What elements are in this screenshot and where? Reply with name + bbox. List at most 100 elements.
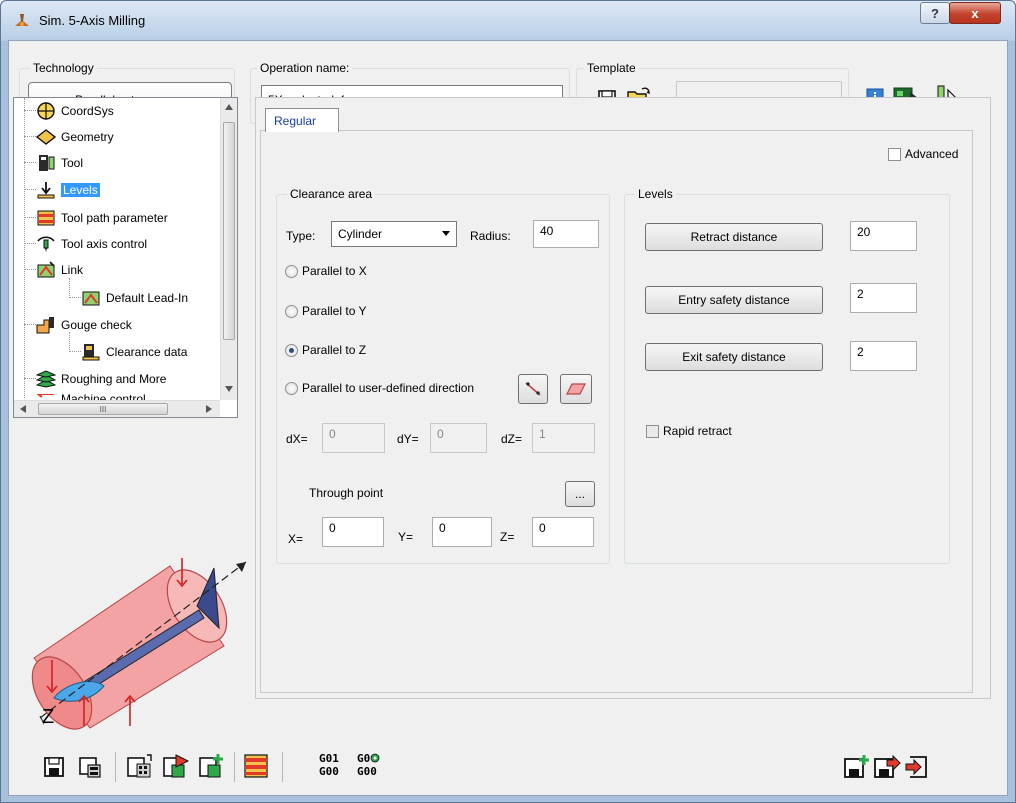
entry-safety-distance-input[interactable]: 2: [850, 283, 917, 313]
window-title: Sim. 5-Axis Milling: [39, 13, 146, 28]
tree-item-link[interactable]: Link: [36, 260, 83, 280]
scroll-right-icon[interactable]: [206, 405, 212, 413]
tree-item-geometry[interactable]: Geometry: [36, 127, 114, 147]
clearance-data-icon: [82, 344, 100, 361]
advanced-checkbox[interactable]: Advanced: [888, 147, 958, 161]
pick-direction-plane-button[interactable]: [560, 374, 592, 404]
pick-line-icon: [525, 382, 541, 396]
tree-item-coordsys[interactable]: CoordSys: [36, 101, 114, 121]
dz-label: dZ=: [501, 432, 523, 446]
tree-horizontal-thumb[interactable]: III: [38, 403, 168, 415]
tree-vertical-thumb[interactable]: [223, 122, 235, 340]
parallel-to-z-dot[interactable]: [285, 343, 298, 357]
toolpath-layers-icon[interactable]: [242, 751, 272, 781]
entry-safety-distance-button[interactable]: Entry safety distance: [645, 286, 823, 314]
parallel-to-x-radio[interactable]: Parallel to X: [285, 264, 367, 278]
save-and-exit-icon[interactable]: [873, 754, 901, 780]
scroll-left-icon[interactable]: [20, 405, 26, 413]
geometry-icon: [36, 129, 56, 145]
parameter-tree[interactable]: CoordSys Geometry Tool Levels Tool path …: [13, 97, 238, 418]
toolbar-separator: [282, 752, 283, 782]
type-select[interactable]: Cylinder: [331, 221, 457, 247]
save-calculate-simulate-icon[interactable]: [198, 753, 226, 781]
app-icon: [15, 14, 29, 26]
tree-item-tool-path-parameters[interactable]: Tool path parameter: [36, 208, 168, 228]
rapid-retract-checkbox-box[interactable]: [646, 424, 659, 438]
dy-input: 0: [430, 423, 487, 453]
parallel-to-z-label: Parallel to Z: [302, 343, 367, 357]
levels-title: Levels: [635, 187, 676, 201]
exit-safety-distance-input[interactable]: 2: [850, 341, 917, 371]
operation-label: Operation name:: [257, 61, 353, 75]
simulate-icon[interactable]: [162, 753, 190, 781]
tree-horizontal-scrollbar[interactable]: III: [14, 400, 220, 417]
roughing-icon: [36, 370, 56, 388]
z-axis-label: Z: [42, 706, 55, 728]
through-point-pick-button[interactable]: ...: [565, 481, 595, 507]
type-label: Type:: [286, 229, 316, 243]
clearance-area-title: Clearance area: [287, 187, 376, 201]
save-and-calculate-icon[interactable]: [78, 755, 102, 779]
parallel-to-y-label: Parallel to Y: [302, 304, 367, 318]
tool-icon: [39, 155, 55, 171]
parallel-to-y-dot[interactable]: [285, 304, 298, 318]
tool-path-icon: [37, 210, 55, 226]
radius-label: Radius:: [470, 229, 511, 243]
tool-axis-icon: [37, 236, 55, 252]
dy-label: dY=: [397, 432, 419, 446]
chevron-down-icon: [442, 231, 450, 236]
tree-item-tool[interactable]: Tool: [36, 153, 83, 173]
tree-item-clearance-data[interactable]: Clearance data: [81, 342, 187, 362]
tree-item-levels[interactable]: Levels: [36, 180, 100, 200]
y-label: Y=: [398, 530, 414, 544]
gouge-check-icon: [36, 317, 54, 334]
link-icon: [37, 261, 55, 278]
gcode-g00-right-label: G00: [357, 765, 377, 778]
tree-vertical-scrollbar[interactable]: [220, 98, 237, 400]
help-button[interactable]: ?: [920, 2, 950, 24]
z-label: Z=: [500, 530, 515, 544]
rapid-retract-label: Rapid retract: [663, 424, 732, 438]
close-button[interactable]: x: [949, 2, 1001, 24]
parallel-to-y-radio[interactable]: Parallel to Y: [285, 304, 366, 318]
title-bar[interactable]: Sim. 5-Axis Milling ? x: [1, 1, 1015, 41]
toolbar-separator: [115, 752, 116, 782]
technology-label: Technology: [30, 61, 97, 75]
through-point-label: Through point: [309, 486, 384, 500]
parallel-to-x-label: Parallel to X: [302, 264, 367, 278]
scroll-up-icon[interactable]: [225, 104, 233, 110]
parallel-to-x-dot[interactable]: [285, 264, 298, 278]
gcode-rapid-linear-button[interactable]: G01 G00: [319, 752, 339, 778]
save-icon[interactable]: [42, 755, 66, 779]
retract-distance-input[interactable]: 20: [850, 221, 917, 251]
exit-safety-distance-button[interactable]: Exit safety distance: [645, 343, 823, 371]
scroll-down-icon[interactable]: [225, 386, 233, 392]
tree-item-roughing-and-more[interactable]: Roughing and More: [36, 369, 166, 389]
parallel-to-user-direction-radio[interactable]: Parallel to user-defined direction: [285, 381, 474, 395]
gcode-rapid-options-button[interactable]: G0 G00: [357, 752, 380, 778]
save-and-add-icon[interactable]: [843, 754, 871, 780]
levels-icon: [37, 182, 55, 199]
rapid-retract-checkbox[interactable]: Rapid retract: [646, 424, 732, 438]
dz-input: 1: [532, 423, 595, 453]
retract-distance-button[interactable]: Retract distance: [645, 223, 823, 251]
through-point-y-input[interactable]: 0: [432, 517, 492, 547]
advanced-label: Advanced: [905, 147, 959, 161]
settings-icon: [370, 753, 380, 763]
parallel-to-user-direction-label: Parallel to user-defined direction: [302, 381, 475, 395]
tree-item-default-lead-in[interactable]: Default Lead-In: [81, 288, 188, 308]
radius-input[interactable]: 40: [533, 220, 599, 248]
dx-input: 0: [322, 423, 385, 453]
parallel-to-user-direction-dot[interactable]: [285, 381, 298, 395]
parallel-to-z-radio[interactable]: Parallel to Z: [285, 343, 366, 357]
through-point-z-input[interactable]: 0: [532, 517, 594, 547]
calculate-icon[interactable]: [126, 753, 154, 781]
tree-item-tool-axis-control[interactable]: Tool axis control: [36, 234, 147, 254]
tree-item-gouge-check[interactable]: Gouge check: [36, 315, 132, 335]
tab-regular[interactable]: Regular: [265, 108, 339, 132]
gcode-g01-label: G01: [319, 752, 339, 765]
exit-icon[interactable]: [904, 754, 930, 780]
pick-direction-line-button[interactable]: [518, 374, 548, 404]
through-point-x-input[interactable]: 0: [322, 517, 384, 547]
advanced-checkbox-box[interactable]: [888, 147, 901, 161]
